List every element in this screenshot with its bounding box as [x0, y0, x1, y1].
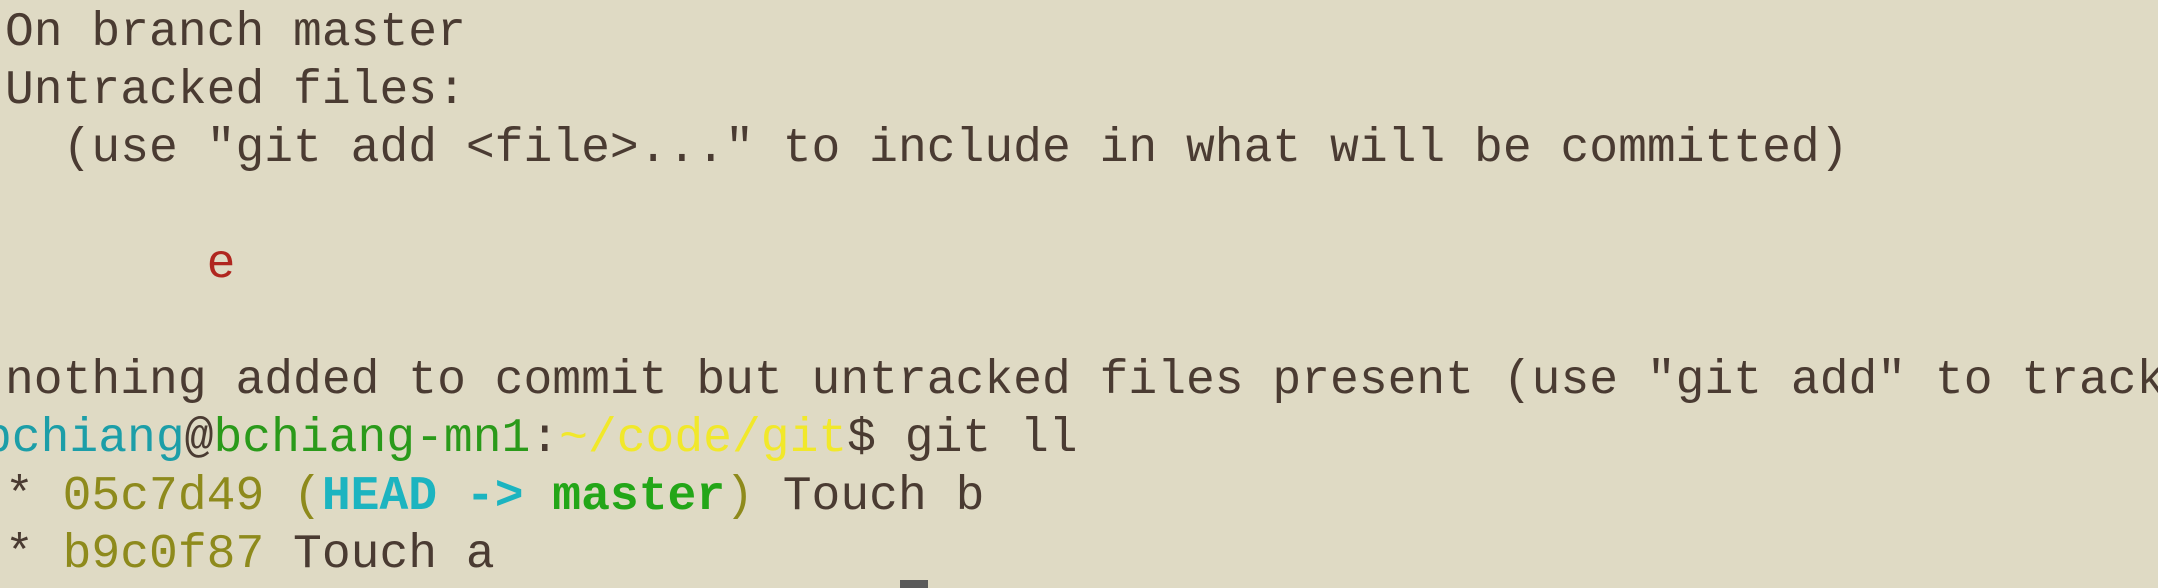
ref-close: ): [725, 470, 754, 524]
prompt-user: bchiang: [0, 412, 185, 466]
prompt-at: @: [184, 412, 214, 466]
commit-message: Touch b: [753, 470, 985, 524]
commit-hash: b9c0f87: [62, 528, 265, 582]
status-line: On branch master: [5, 6, 466, 60]
terminal-cursor: [900, 580, 928, 588]
ref-open: (: [264, 470, 322, 524]
prompt-colon: :: [530, 412, 560, 466]
log-bullet: *: [5, 470, 63, 524]
log-line-1: * 05c7d49 (HEAD -> master) Touch b: [5, 468, 984, 526]
untracked-indent: [5, 238, 207, 292]
log-line-2: * b9c0f87 Touch a: [5, 526, 495, 584]
untracked-file: e: [206, 238, 236, 292]
untracked-file-line: e: [5, 236, 236, 294]
prompt-command: git ll: [904, 412, 1078, 466]
log-bullet: *: [5, 528, 63, 582]
commit-hash: 05c7d49: [62, 470, 265, 524]
ref-arrow: ->: [437, 470, 553, 524]
untracked-header: Untracked files:: [5, 64, 466, 118]
prompt-dollar: $: [847, 412, 905, 466]
ref-head: HEAD: [321, 470, 438, 524]
untracked-hint: (use "git add <file>..." to include in w…: [5, 122, 1849, 176]
ref-branch: master: [552, 470, 726, 524]
prompt-host: bchiang-mn1: [213, 412, 531, 466]
nothing-added-line: nothing added to commit but untracked fi…: [5, 354, 2158, 408]
commit-message: Touch a: [264, 528, 495, 582]
prompt-line: bchiang@bchiang-mn1:~/code/git$ git ll: [0, 410, 1078, 468]
prompt-path: ~/code/git: [559, 412, 848, 466]
terminal-window[interactable]: On branch master Untracked files: (use "…: [0, 0, 2158, 588]
